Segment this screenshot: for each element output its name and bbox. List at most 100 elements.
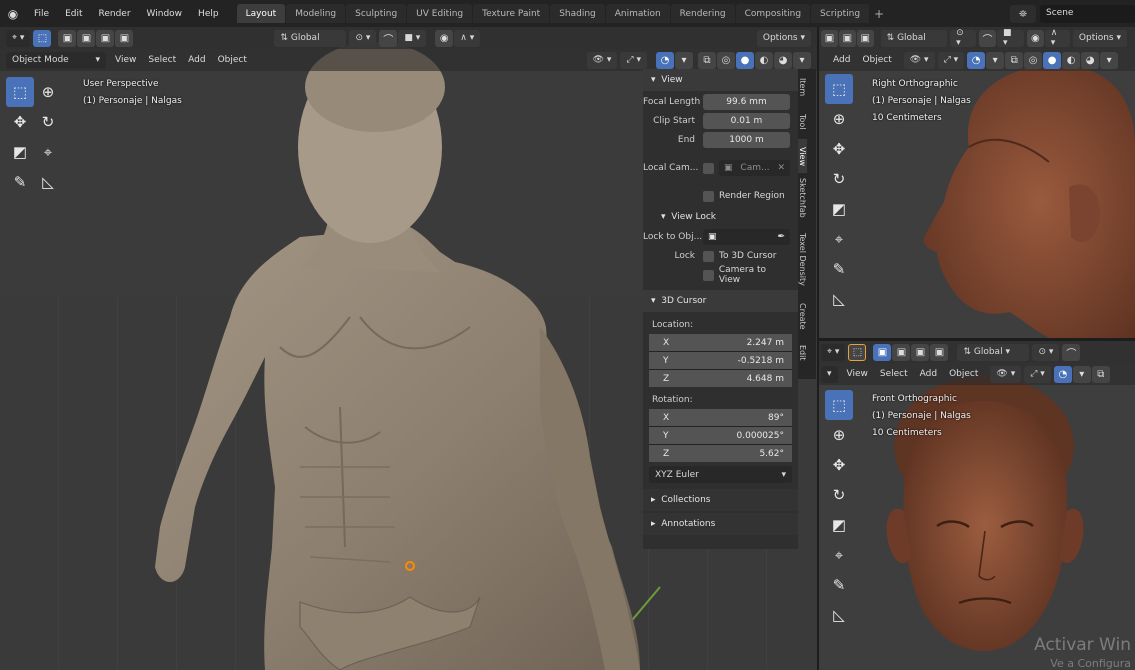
location-z-field[interactable]: Z 4.648 m (649, 370, 792, 387)
right-rotate-tool-icon[interactable]: ↻ (825, 164, 853, 194)
right-material-icon[interactable]: ◐ (1062, 51, 1081, 69)
front-annotate-tool-icon[interactable]: ✎ (825, 570, 853, 600)
tab-sculpting[interactable]: Sculpting (346, 4, 407, 23)
overlays-dropdown-icon[interactable]: ▾ (675, 51, 693, 69)
right-visibility-dropdown[interactable]: 👁 ▾ (903, 51, 935, 69)
right-overlays-icon[interactable]: ◔ (967, 51, 986, 69)
right-wireframe-icon[interactable]: ◎ (1024, 51, 1043, 69)
local-camera-checkbox[interactable] (703, 162, 714, 174)
lock-to-object-field[interactable]: ▣ ✒ (703, 229, 790, 245)
front-orientation-dropdown[interactable]: ⇅ Global ▾ (957, 343, 1030, 361)
front-gizmo-dropdown[interactable]: ⤢ ▾ (1024, 365, 1051, 383)
right-gizmo-dropdown[interactable]: ⤢ ▾ (937, 51, 965, 69)
front-select-tool-icon[interactable]: ⬚ (848, 343, 867, 361)
right-xray-icon[interactable]: ⧉ (1005, 51, 1024, 69)
local-camera-field[interactable]: ▣ Cam... ✕ (719, 160, 790, 176)
tab-compositing[interactable]: Compositing (735, 4, 811, 23)
shading-rendered-icon[interactable]: ◕ (774, 51, 792, 69)
scene-icon[interactable]: ⛯ (1010, 5, 1036, 23)
front-overlays-dropdown-icon[interactable]: ▾ (1072, 365, 1091, 383)
select-box-tool-icon[interactable]: ⬚ (6, 77, 34, 107)
right-orientation-dropdown[interactable]: ⇅ Global (880, 29, 948, 47)
view-section-header[interactable]: ▾ View (643, 69, 798, 91)
proportional-edit-icon[interactable]: ◉ (435, 29, 454, 47)
3d-cursor-section-header[interactable]: ▾ 3D Cursor (643, 290, 798, 312)
render-region-checkbox[interactable] (703, 190, 714, 202)
right-pivot-dropdown[interactable]: ⊙ ▾ (950, 28, 977, 48)
right-options-dropdown[interactable]: Options ▾ (1072, 29, 1128, 47)
viewport-menu-add[interactable]: Add (182, 55, 211, 65)
right-menu-add[interactable]: Add (827, 55, 856, 65)
front-select-mode-icon[interactable]: ▣ (873, 343, 892, 361)
rotation-z-field[interactable]: Z 5.62° (649, 445, 792, 462)
right-cursor-tool-icon[interactable]: ⊕ (825, 104, 853, 134)
front-snap-icon[interactable]: ⌒ (1062, 343, 1081, 361)
rotation-x-field[interactable]: X 89° (649, 409, 792, 426)
measure-tool-icon[interactable]: ◺ (34, 167, 62, 197)
visibility-dropdown[interactable]: 👁 ▾ (586, 51, 618, 69)
front-menu-view[interactable]: View (841, 369, 874, 379)
select-mode-subtract-icon[interactable]: ▣ (96, 29, 115, 47)
right-rendered-icon[interactable]: ◕ (1081, 51, 1100, 69)
rotation-mode-dropdown[interactable]: XYZ Euler ▾ (649, 466, 792, 483)
scale-tool-icon[interactable]: ◩ (6, 137, 34, 167)
pivot-point-dropdown[interactable]: ⊙ ▾ (349, 29, 377, 47)
front-select-box-icon[interactable]: ⬚ (825, 390, 853, 420)
right-snap-target-dropdown[interactable]: ■ ▾ (996, 28, 1024, 48)
right-select-tool-icon[interactable]: ⬚ (825, 74, 853, 104)
object-mode-dropdown[interactable]: Object Mode ▾ (6, 51, 106, 69)
front-scale-tool-icon[interactable]: ◩ (825, 510, 853, 540)
rotate-tool-icon[interactable]: ↻ (34, 107, 62, 137)
menu-render[interactable]: Render (91, 9, 139, 19)
gizmo-dropdown[interactable]: ⤢ ▾ (620, 51, 647, 69)
location-x-field[interactable]: X 2.247 m (649, 334, 792, 351)
front-menu-select[interactable]: Select (874, 369, 914, 379)
scene-field[interactable]: Scene (1040, 5, 1135, 23)
menu-window[interactable]: Window (139, 9, 191, 19)
right-overlays-dropdown-icon[interactable]: ▾ (986, 51, 1005, 69)
add-workspace-icon[interactable]: + (870, 4, 888, 23)
front-rotate-tool-icon[interactable]: ↻ (825, 480, 853, 510)
annotate-tool-icon[interactable]: ✎ (6, 167, 34, 197)
clip-start-field[interactable]: 0.01 m (703, 113, 790, 129)
front-measure-tool-icon[interactable]: ◺ (825, 600, 853, 630)
right-orthographic-viewport[interactable]: ▣ ▣ ▣ ⇅ Global ⊙ ▾ ⌒ ■ ▾ ◉ ∧ ▾ Options ▾… (819, 27, 1135, 338)
tab-shading[interactable]: Shading (550, 4, 605, 23)
camera-to-view-checkbox[interactable] (702, 269, 714, 281)
tab-sketchfab[interactable]: Sketchfab (798, 173, 807, 223)
front-select-mode-4-icon[interactable]: ▣ (930, 343, 949, 361)
view-lock-header[interactable]: ▾ View Lock (643, 206, 798, 228)
focal-length-field[interactable]: 99.6 mm (703, 94, 790, 110)
tab-tool[interactable]: Tool (798, 105, 807, 139)
right-annotate-tool-icon[interactable]: ✎ (825, 254, 853, 284)
clear-icon[interactable]: ✕ (777, 163, 785, 173)
proportional-falloff-dropdown[interactable]: ∧ ▾ (454, 29, 481, 47)
snap-target-dropdown[interactable]: ■ ▾ (398, 29, 427, 47)
front-mode-dropdown[interactable]: ▾ (821, 365, 838, 383)
menu-file[interactable]: File (26, 9, 57, 19)
tab-rendering[interactable]: Rendering (670, 4, 735, 23)
front-overlays-icon[interactable]: ◔ (1053, 365, 1072, 383)
transform-orientation-dropdown[interactable]: ⇅ Global (274, 29, 347, 47)
right-select-mode-3-icon[interactable]: ▣ (856, 29, 874, 47)
right-proportional-icon[interactable]: ◉ (1026, 29, 1044, 47)
front-orthographic-viewport[interactable]: ⌖ ▾ ⬚ ▣ ▣ ▣ ▣ ⇅ Global ▾ ⊙ ▾ ⌒ ▾ View Se… (819, 341, 1135, 670)
rotation-y-field[interactable]: Y 0.000025° (649, 427, 792, 444)
front-editor-type-icon[interactable]: ⌖ ▾ (821, 343, 846, 361)
front-menu-add[interactable]: Add (914, 369, 943, 379)
front-pivot-dropdown[interactable]: ⊙ ▾ (1032, 343, 1060, 361)
eyedropper-icon[interactable]: ✒ (777, 232, 785, 242)
front-select-mode-2-icon[interactable]: ▣ (892, 343, 911, 361)
shading-material-icon[interactable]: ◐ (755, 51, 773, 69)
tab-item[interactable]: Item (798, 69, 807, 105)
options-dropdown[interactable]: Options ▾ (756, 29, 811, 47)
tab-view[interactable]: View (798, 139, 807, 173)
tab-modeling[interactable]: Modeling (286, 4, 346, 23)
front-transform-tool-icon[interactable]: ⌖ (825, 540, 853, 570)
collections-section-header[interactable]: ▸ Collections (643, 489, 798, 511)
right-menu-object[interactable]: Object (856, 55, 897, 65)
menu-edit[interactable]: Edit (57, 9, 90, 19)
select-mode-new-icon[interactable]: ▣ (58, 29, 77, 47)
tab-scripting[interactable]: Scripting (811, 4, 870, 23)
viewport-menu-view[interactable]: View (109, 55, 142, 65)
